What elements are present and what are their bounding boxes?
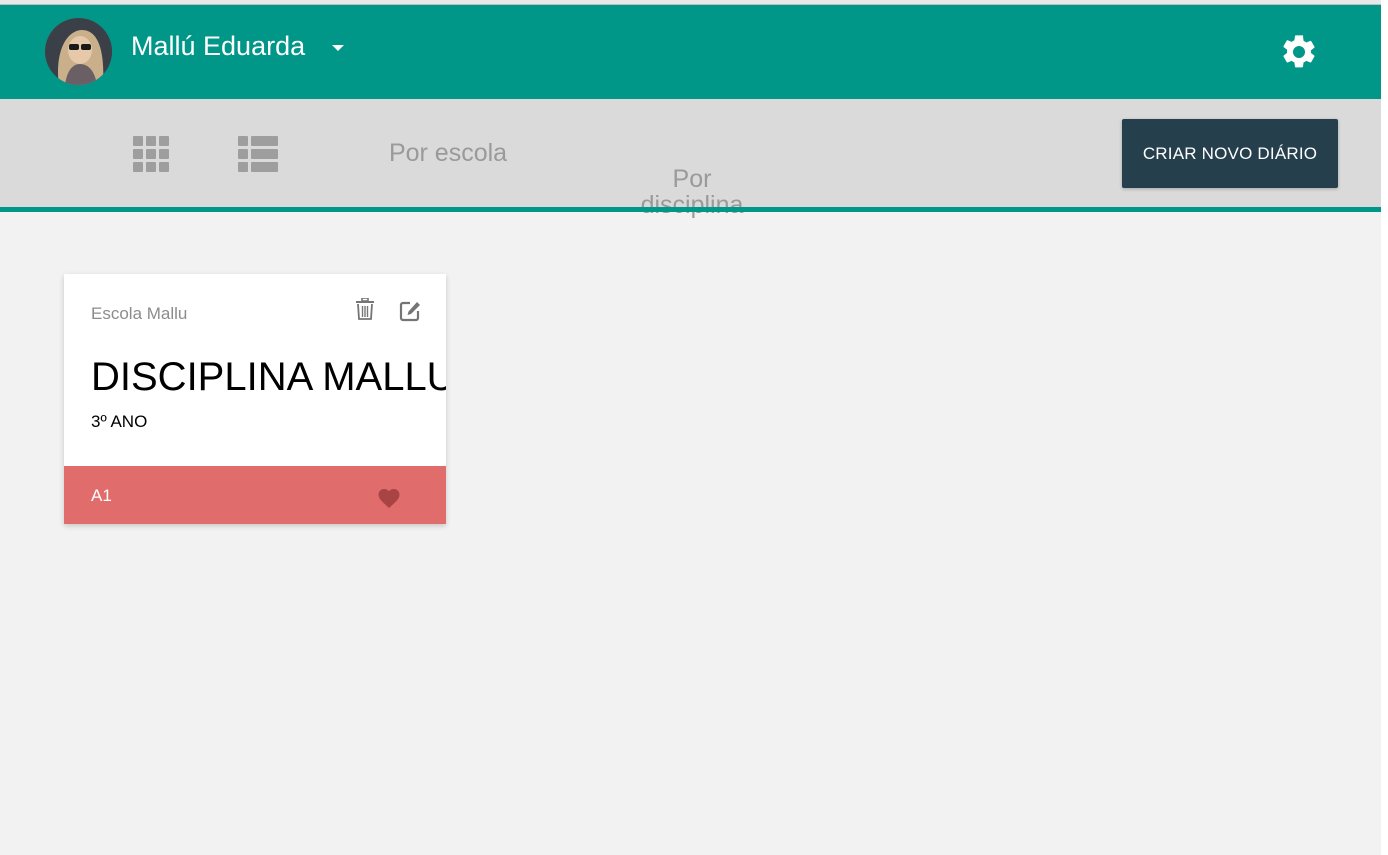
card-grade: 3º ANO bbox=[91, 412, 148, 431]
toolbar-bottom-border bbox=[0, 207, 1381, 212]
user-menu-caret-icon[interactable] bbox=[332, 45, 344, 51]
card-school-name: Escola Mallu bbox=[91, 304, 188, 323]
avatar-photo bbox=[45, 18, 112, 85]
card-class-name: A1 bbox=[91, 486, 112, 505]
app-header: Mallú Eduarda bbox=[0, 5, 1381, 99]
tab-por-escola-label: Por escola bbox=[388, 139, 508, 167]
card-subject-title: DISCIPLINA MALLU bbox=[91, 355, 446, 399]
grid-view-icon[interactable] bbox=[133, 136, 169, 172]
tab-por-escola[interactable]: Por escola bbox=[368, 140, 528, 166]
diary-card[interactable]: Escola Mallu DISCIPLINA MALLU 3º ANO A1 bbox=[64, 274, 446, 524]
gear-icon[interactable] bbox=[1279, 32, 1319, 72]
heart-icon[interactable] bbox=[377, 487, 401, 509]
user-avatar[interactable] bbox=[45, 18, 112, 85]
card-footer: A1 bbox=[64, 466, 446, 524]
list-view-icon[interactable] bbox=[238, 136, 278, 172]
window-right-edge bbox=[1381, 0, 1388, 855]
create-diary-button[interactable]: CRIAR NOVO DIÁRIO bbox=[1122, 119, 1338, 188]
user-name[interactable]: Mallú Eduarda bbox=[131, 29, 305, 63]
trash-icon[interactable] bbox=[355, 298, 375, 320]
edit-icon[interactable] bbox=[399, 300, 421, 322]
